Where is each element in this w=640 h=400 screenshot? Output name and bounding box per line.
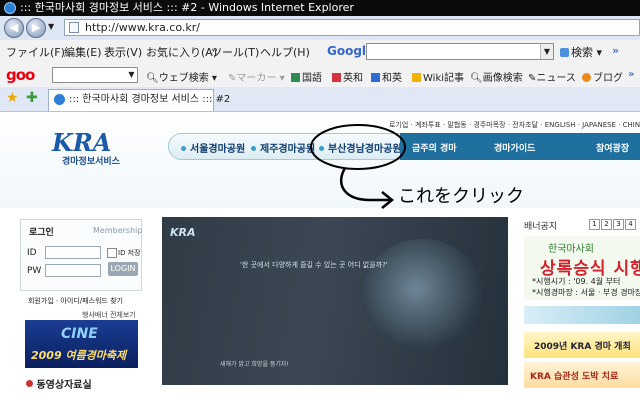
banner-view-all-link[interactable]: 행사배너 전체보기 bbox=[82, 310, 136, 320]
banner-page-1[interactable]: 1 bbox=[589, 219, 600, 230]
banner-page-2[interactable]: 2 bbox=[601, 219, 612, 230]
annotation-circle bbox=[310, 124, 406, 170]
login-links[interactable]: 회원가입 · 아이디/패스워드 찾기 bbox=[28, 296, 123, 306]
save-id-label: ID 저장 bbox=[118, 249, 141, 257]
promo-photo bbox=[362, 239, 482, 349]
ad1-line3: *시행시기 : '09. 4월 부터 bbox=[532, 277, 621, 286]
summer-festival-banner[interactable]: CINE 2009 여름경마축제 bbox=[25, 320, 138, 368]
login-title: 로그인 bbox=[29, 228, 54, 238]
banner-page-3[interactable]: 3 bbox=[613, 219, 624, 230]
ad2-text: 2009년 KRA 경마 개최 bbox=[534, 342, 631, 352]
main-promo-image[interactable]: KRA '한 곳에서 다양하게 즐길 수 있는 곳 어디 없을까?' 새해가 밝… bbox=[162, 217, 508, 385]
ad-banner-3[interactable]: KRA 습관성 도박 치료 bbox=[524, 362, 640, 388]
video-library-label: 동영상자료실 bbox=[36, 380, 92, 391]
annotation-text: これをクリック bbox=[398, 186, 524, 207]
video-library-title[interactable]: 동영상자료실 bbox=[26, 376, 92, 391]
banner-notice-title: 배너공지 bbox=[524, 222, 558, 232]
id-label: ID bbox=[27, 248, 37, 258]
bullet-icon bbox=[26, 380, 33, 387]
save-id-checkbox[interactable] bbox=[107, 248, 117, 258]
promo-kra-logo: KRA bbox=[170, 226, 196, 239]
banner-festival-text: 2009 여름경마축제 bbox=[31, 349, 127, 362]
banner-cine-text: CINE bbox=[61, 326, 98, 342]
ad-stripe[interactable] bbox=[524, 306, 640, 324]
pw-label: PW bbox=[27, 266, 42, 276]
banner-page-4[interactable]: 4 bbox=[625, 219, 636, 230]
ad1-line4: *시행경마장 : 서울 · 부경 경마장 bbox=[532, 288, 640, 297]
login-button[interactable]: LOGIN bbox=[108, 262, 138, 276]
ad-banner-1[interactable]: 한국마사회 상록승식 시행 *시행시기 : '09. 4월 부터 *시행경마장 … bbox=[524, 236, 640, 300]
ad1-line1: 한국마사회 bbox=[548, 244, 594, 255]
ad3-text: KRA 습관성 도박 치료 bbox=[530, 372, 619, 382]
pw-input[interactable] bbox=[45, 264, 101, 277]
annotation-arrow bbox=[339, 167, 390, 202]
id-input[interactable] bbox=[45, 246, 101, 259]
promo-caption: '한 곳에서 다양하게 즐길 수 있는 곳 어디 없을까?' bbox=[240, 261, 388, 269]
promo-footer: 새해가 밝고 희망을 품기자! bbox=[220, 361, 289, 368]
membership-label: Membership bbox=[93, 226, 143, 235]
ad-banner-2[interactable]: 2009년 KRA 경마 개최 bbox=[524, 332, 640, 358]
login-box: 로그인 Membership ID ID 저장 PW bbox=[20, 219, 142, 291]
